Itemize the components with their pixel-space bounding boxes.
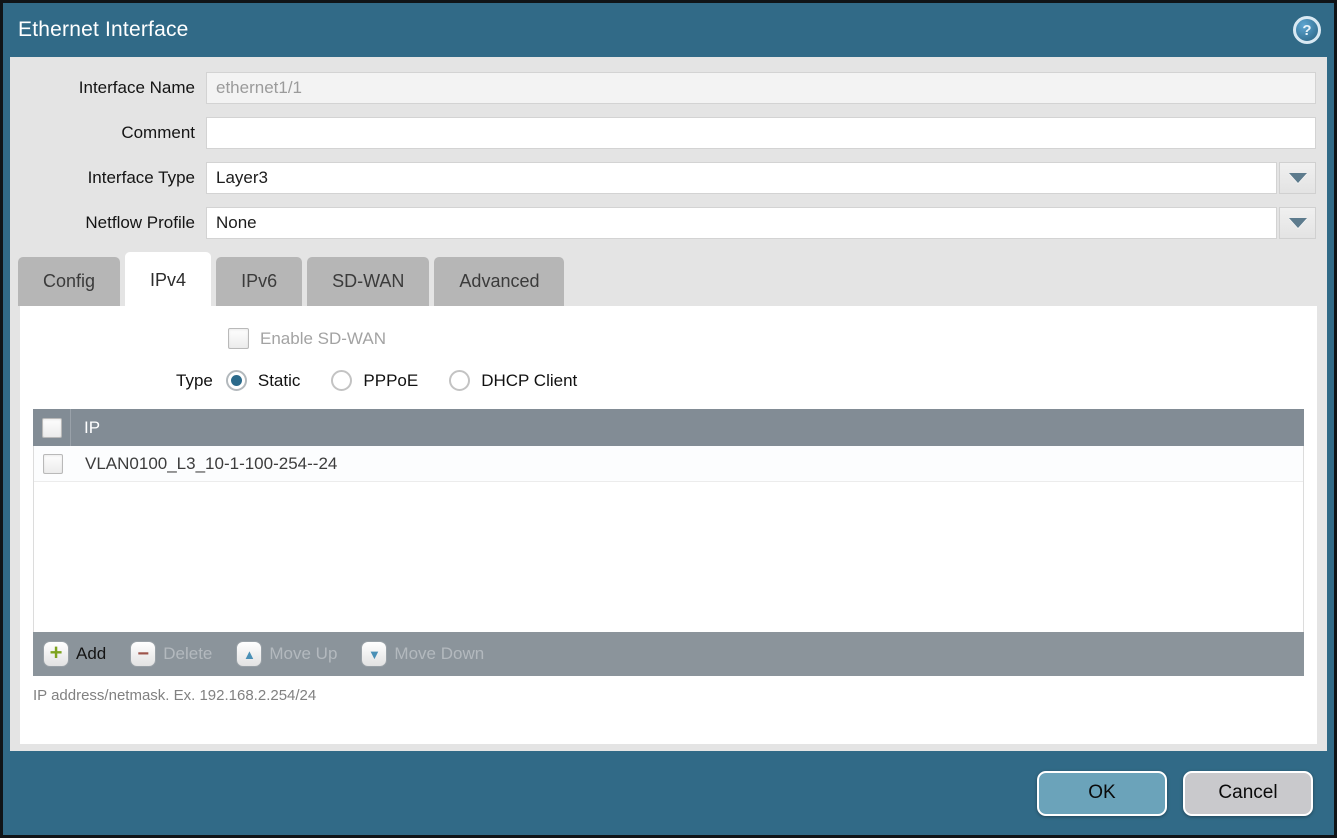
ip-cell-value: VLAN0100_L3_10-1-100-254--24 (72, 454, 337, 474)
netflow-profile-label: Netflow Profile (10, 213, 206, 233)
radio-label-pppoe: PPPoE (363, 371, 418, 391)
tab-sd-wan[interactable]: SD-WAN (307, 257, 429, 306)
delete-button[interactable]: − Delete (130, 641, 212, 667)
move-down-button[interactable]: ▼ Move Down (361, 641, 484, 667)
radio-icon (226, 370, 247, 391)
move-down-button-label: Move Down (394, 644, 484, 664)
comment-label: Comment (10, 123, 206, 143)
enable-sdwan-row: Enable SD-WAN (20, 306, 1317, 349)
interface-type-dropdown-button[interactable] (1279, 162, 1316, 194)
ip-netmask-hint: IP address/netmask. Ex. 192.168.2.254/24 (33, 687, 1304, 704)
chevron-down-icon (1289, 173, 1307, 183)
tab-bar: Config IPv4 IPv6 SD-WAN Advanced (10, 252, 1327, 306)
interface-type-combo (206, 162, 1316, 194)
radio-option-static[interactable]: Static (226, 370, 301, 391)
titlebar: Ethernet Interface ? (3, 3, 1334, 57)
tab-advanced[interactable]: Advanced (434, 257, 564, 306)
radio-option-dhcp-client[interactable]: DHCP Client (449, 370, 577, 391)
radio-icon (449, 370, 470, 391)
interface-type-field[interactable] (206, 162, 1277, 194)
netflow-profile-combo (206, 207, 1316, 239)
interface-type-label: Interface Type (10, 168, 206, 188)
ipv4-tab-panel: Enable SD-WAN Type Static PPPoE DHCP Cli… (20, 306, 1317, 744)
tab-ipv6[interactable]: IPv6 (216, 257, 302, 306)
type-radio-group: Type Static PPPoE DHCP Client (20, 370, 1317, 391)
type-label: Type (176, 371, 213, 391)
minus-icon: − (130, 641, 156, 667)
arrow-down-icon: ▼ (361, 641, 387, 667)
radio-label-static: Static (258, 371, 301, 391)
enable-sdwan-checkbox[interactable] (228, 328, 249, 349)
arrow-up-icon: ▲ (236, 641, 262, 667)
ok-button[interactable]: OK (1037, 771, 1167, 816)
move-up-button[interactable]: ▲ Move Up (236, 641, 337, 667)
ip-table-header: IP (33, 409, 1304, 446)
row-check-cell (34, 446, 72, 481)
ip-table: IP VLAN0100_L3_10-1-100-254--24 + Add (33, 409, 1304, 676)
delete-button-label: Delete (163, 644, 212, 664)
help-icon[interactable]: ? (1293, 16, 1321, 44)
interface-name-label: Interface Name (10, 78, 206, 98)
tab-ipv4[interactable]: IPv4 (125, 252, 211, 306)
radio-option-pppoe[interactable]: PPPoE (331, 370, 418, 391)
chevron-down-icon (1289, 218, 1307, 228)
form-row-comment: Comment (10, 117, 1327, 149)
add-button[interactable]: + Add (43, 641, 106, 667)
dialog-title: Ethernet Interface (18, 18, 189, 42)
ip-column-header: IP (71, 418, 100, 438)
add-button-label: Add (76, 644, 106, 664)
table-row[interactable]: VLAN0100_L3_10-1-100-254--24 (34, 446, 1303, 482)
radio-label-dhcp-client: DHCP Client (481, 371, 577, 391)
netflow-profile-field[interactable] (206, 207, 1277, 239)
cancel-button[interactable]: Cancel (1183, 771, 1313, 816)
form-row-interface-type: Interface Type (10, 162, 1327, 194)
comment-field[interactable] (206, 117, 1316, 149)
form-row-interface-name: Interface Name (10, 72, 1327, 104)
row-checkbox[interactable] (43, 454, 63, 474)
form-row-netflow-profile: Netflow Profile (10, 207, 1327, 239)
select-all-checkbox[interactable] (42, 418, 62, 438)
dialog-footer: OK Cancel (3, 751, 1334, 835)
ip-table-toolbar: + Add − Delete ▲ Move Up ▼ Move Down (33, 632, 1304, 676)
help-icon-glyph: ? (1302, 22, 1311, 39)
plus-icon: + (43, 641, 69, 667)
interface-name-field (206, 72, 1316, 104)
ip-table-body: VLAN0100_L3_10-1-100-254--24 (33, 446, 1304, 632)
enable-sdwan-label: Enable SD-WAN (260, 329, 386, 349)
radio-icon (331, 370, 352, 391)
ethernet-interface-dialog: Ethernet Interface ? Interface Name Comm… (0, 0, 1337, 838)
netflow-profile-dropdown-button[interactable] (1279, 207, 1316, 239)
dialog-body: Interface Name Comment Interface Type Ne… (10, 57, 1327, 751)
header-check-cell (33, 409, 71, 446)
tab-config[interactable]: Config (18, 257, 120, 306)
move-up-button-label: Move Up (269, 644, 337, 664)
